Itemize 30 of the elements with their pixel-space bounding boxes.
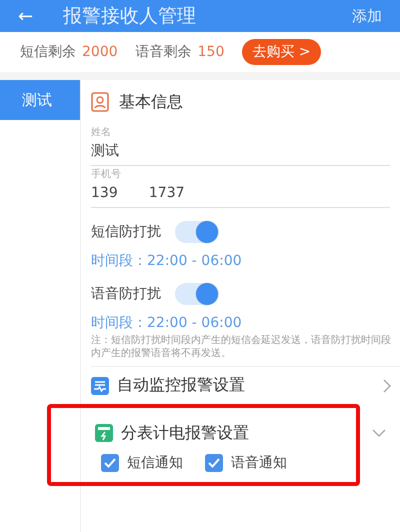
field-label: 姓名: [91, 126, 112, 139]
buy-button[interactable]: 去购买 >: [242, 39, 321, 65]
setting-label: 语音防打扰: [91, 285, 161, 303]
section-title: 分表计电报警设置: [121, 422, 249, 444]
balance-value: 2000: [82, 44, 118, 60]
time-period: 时间段：22:00 - 06:00: [91, 314, 243, 332]
input-field[interactable]: 139 1737: [91, 181, 390, 201]
toggle-switch[interactable]: [175, 221, 219, 243]
back-button[interactable]: ←: [18, 6, 34, 26]
field-label: 手机号: [91, 168, 122, 181]
add-button[interactable]: 添加: [352, 6, 382, 26]
checkbox[interactable]: [101, 454, 119, 472]
balance-value: 150: [198, 44, 224, 60]
checkbox-label: 语音通知: [231, 454, 287, 472]
meter-icon: [95, 424, 113, 442]
contact-card-icon: [91, 92, 109, 112]
page-title: 报警接收人管理: [63, 4, 198, 29]
setting-label: 短信防打扰: [91, 223, 161, 241]
balance-label: 短信剩余: [20, 43, 76, 61]
input-field[interactable]: 测试: [91, 139, 390, 159]
sidebar-item[interactable]: 测试: [0, 80, 80, 120]
balance-label: 语音剩余: [136, 43, 192, 61]
checkbox-label: 短信通知: [127, 454, 183, 472]
monitor-icon: [91, 376, 109, 394]
time-period: 时间段：22:00 - 06:00: [91, 252, 243, 270]
section-title: 基本信息: [119, 92, 183, 112]
checkbox[interactable]: [205, 454, 223, 472]
toggle-switch[interactable]: [175, 283, 219, 305]
section-title: 自动监控报警设置: [117, 375, 245, 396]
note-text: 注：短信防打扰时间段内产生的短信会延迟发送，语音防打扰时间段内产生的报警语音将不再发送。: [91, 334, 392, 360]
